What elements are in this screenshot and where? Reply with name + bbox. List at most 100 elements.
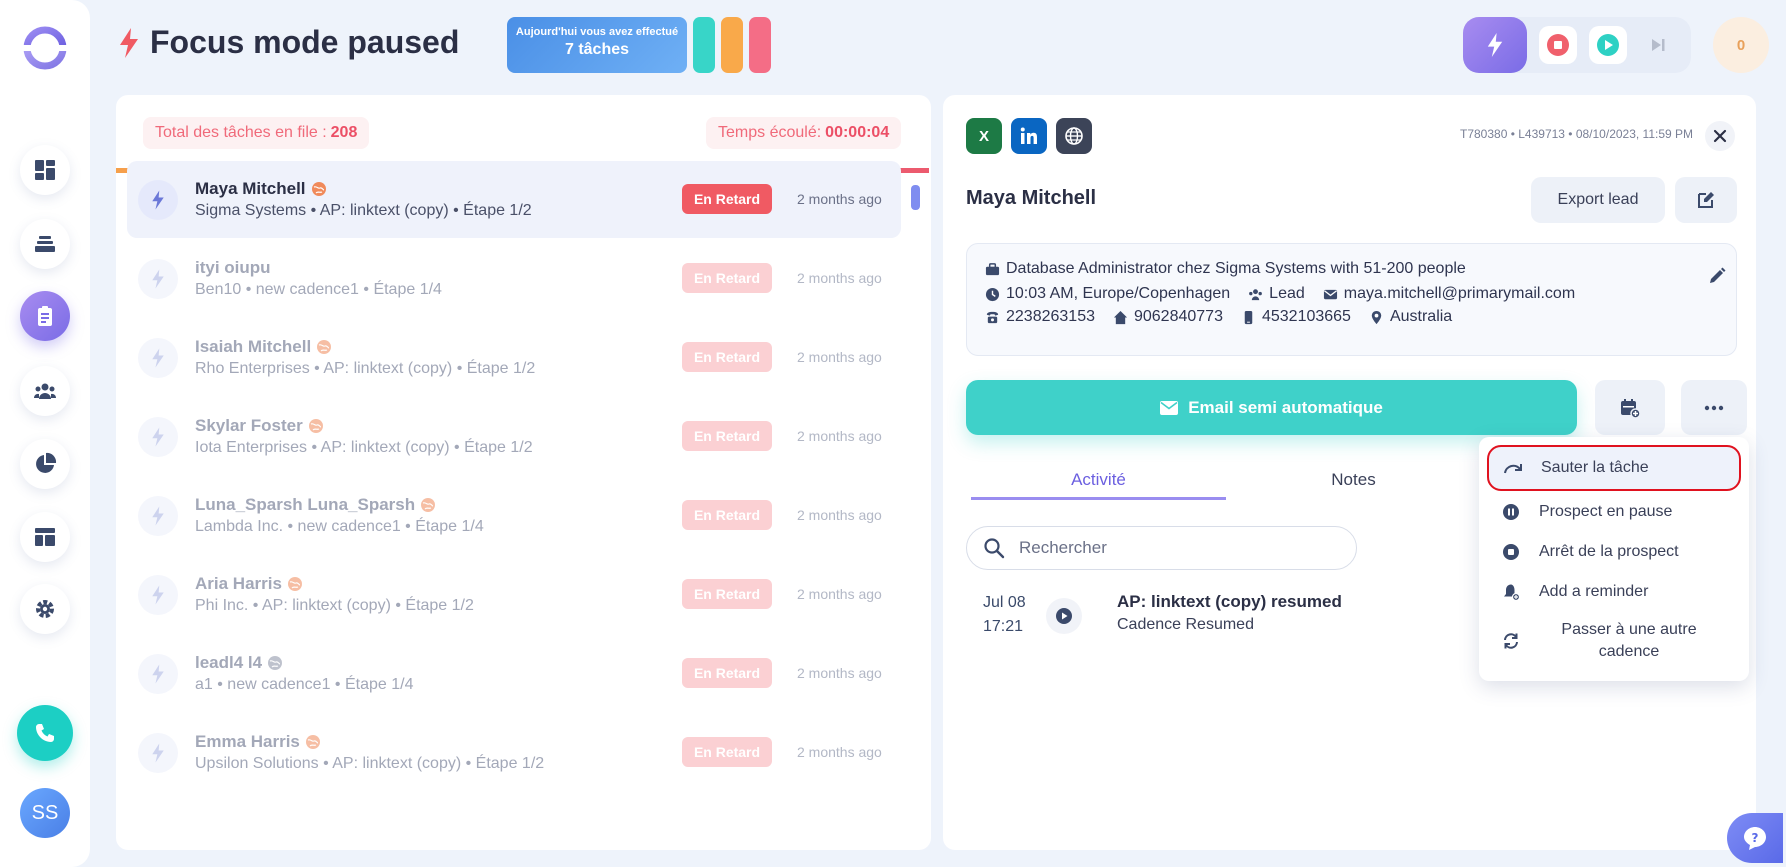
task-time: 2 months ago: [797, 507, 882, 523]
elapsed-time-value: 00:00:04: [825, 124, 890, 141]
more-actions-button[interactable]: [1681, 380, 1747, 435]
scrollbar[interactable]: [911, 185, 920, 210]
info-phone1[interactable]: 2238263153: [985, 308, 1095, 326]
task-row[interactable]: Emma Harris Upsilon Solutions • AP: link…: [127, 714, 901, 791]
nav-dashboard[interactable]: [20, 145, 70, 195]
search-icon: [984, 538, 1005, 559]
task-row[interactable]: Skylar Foster Iota Enterprises • AP: lin…: [127, 398, 901, 475]
home-icon: [1113, 310, 1128, 324]
help-button[interactable]: ?: [1727, 813, 1783, 863]
play-button[interactable]: [1589, 26, 1627, 64]
dashboard-icon: [35, 160, 55, 180]
activity-date: Jul 08: [983, 594, 1026, 611]
edit-lead-button[interactable]: [1675, 177, 1737, 223]
nav-settings[interactable]: [20, 584, 70, 634]
task-row[interactable]: ityi oiupu Ben10 • new cadence1 • Étape …: [127, 240, 901, 317]
skip-icon: [1503, 458, 1523, 478]
info-job-row: Database Administrator chez Sigma System…: [985, 260, 1484, 278]
info-phone2[interactable]: 9062840773: [1113, 308, 1223, 326]
menu-stop-prospect[interactable]: Arrêt de la prospect: [1487, 535, 1741, 569]
location-pin-icon: [1371, 310, 1382, 324]
nav-tasks-stack[interactable]: [20, 219, 70, 269]
lead-phone1[interactable]: 2238263153: [1006, 308, 1095, 326]
language-globe-icon: [287, 577, 302, 591]
language-globe-icon: [421, 498, 436, 512]
info-country: Australia: [1369, 308, 1452, 326]
sidebar: SS: [0, 0, 90, 867]
today-label: Aujourd'hui vous avez effectué: [515, 26, 679, 38]
menu-switch-cadence[interactable]: Passer à une autre cadence: [1487, 613, 1741, 669]
mobile-icon: [1244, 310, 1253, 324]
status-chip-orange[interactable]: [721, 17, 743, 73]
lead-phone3[interactable]: 4532103665: [1262, 308, 1351, 326]
focus-mode-button[interactable]: [1463, 17, 1527, 73]
menu-pause-prospect[interactable]: Prospect en pause: [1487, 495, 1741, 529]
status-chip-teal[interactable]: [693, 17, 715, 73]
task-details: Lambda Inc. • new cadence1 • Étape 1/4: [195, 518, 484, 535]
activity-search[interactable]: [966, 526, 1357, 570]
lead-email[interactable]: maya.mitchell@primarymail.com: [1344, 285, 1575, 303]
task-time: 2 months ago: [797, 191, 882, 207]
stop-button[interactable]: [1539, 26, 1577, 64]
skip-next-button[interactable]: [1639, 26, 1677, 64]
task-time: 2 months ago: [797, 744, 882, 760]
task-lead-name: Maya Mitchell: [195, 179, 327, 199]
user-avatar[interactable]: SS: [20, 788, 70, 838]
help-chat-icon: ?: [1744, 827, 1766, 850]
export-lead-button[interactable]: Export lead: [1531, 177, 1665, 223]
task-time: 2 months ago: [797, 665, 882, 681]
focus-controls: [1463, 17, 1691, 73]
excel-icon[interactable]: X: [966, 118, 1002, 154]
search-input[interactable]: [1019, 538, 1319, 558]
status-chip-pink[interactable]: [749, 17, 771, 73]
elapsed-time-label: Temps écoulé:: [718, 124, 822, 141]
nav-reports[interactable]: [20, 439, 70, 489]
task-name-text: Maya Mitchell: [195, 179, 306, 198]
website-icon[interactable]: [1056, 118, 1092, 154]
globe-icon: [1065, 127, 1083, 145]
task-type-icon: [138, 733, 178, 773]
app-logo[interactable]: [23, 26, 67, 70]
lightning-icon: [120, 27, 138, 58]
phone-icon: [36, 724, 54, 742]
task-name-text: Isaiah Mitchell: [195, 337, 312, 356]
task-time: 2 months ago: [797, 586, 882, 602]
info-phone3[interactable]: 4532103665: [1241, 308, 1351, 326]
task-row[interactable]: Aria Harris Phi Inc. • AP: linktext (cop…: [127, 556, 901, 633]
svg-text:?: ?: [1752, 831, 1759, 845]
menu-add-reminder[interactable]: Add a reminder: [1487, 575, 1741, 609]
nav-team[interactable]: [20, 366, 70, 416]
task-type-icon: [138, 180, 178, 220]
call-button[interactable]: [17, 705, 73, 761]
task-type-icon: [138, 259, 178, 299]
email-button-label: Email semi automatique: [1188, 397, 1383, 417]
refresh-icon: [1501, 631, 1521, 651]
task-time: 2 months ago: [797, 428, 882, 444]
schedule-button[interactable]: [1595, 380, 1665, 435]
info-email[interactable]: maya.mitchell@primarymail.com: [1323, 285, 1575, 303]
task-row[interactable]: leadl4 l4 a1 • new cadence1 • Étape 1/4 …: [127, 635, 901, 712]
tab-activity[interactable]: Activité: [971, 470, 1226, 500]
menu-skip-task[interactable]: Sauter la tâche: [1487, 445, 1741, 491]
task-lead-name: Luna_Sparsh Luna_Sparsh: [195, 495, 436, 515]
semi-auto-email-button[interactable]: Email semi automatique: [966, 380, 1577, 435]
menu-label: Add a reminder: [1539, 583, 1649, 600]
linkedin-icon[interactable]: [1011, 118, 1047, 154]
activity-datetime: Jul 08 17:21: [983, 591, 1026, 639]
lightning-icon: [152, 269, 164, 289]
task-row[interactable]: Luna_Sparsh Luna_Sparsh Lambda Inc. • ne…: [127, 477, 901, 554]
tab-notes[interactable]: Notes: [1226, 470, 1481, 500]
notification-counter[interactable]: 0: [1713, 17, 1769, 73]
nav-tasks-list[interactable]: [20, 291, 70, 341]
task-row[interactable]: Isaiah Mitchell Rho Enterprises • AP: li…: [127, 319, 901, 396]
lead-phone2[interactable]: 9062840773: [1134, 308, 1223, 326]
lightning-icon: [152, 743, 164, 763]
lightning-icon: [152, 348, 164, 368]
task-lead-name: leadl4 l4: [195, 653, 283, 673]
nav-layout[interactable]: [20, 512, 70, 562]
task-row[interactable]: Maya Mitchell Sigma Systems • AP: linkte…: [127, 161, 901, 238]
close-button[interactable]: [1705, 121, 1735, 151]
briefcase-icon: [985, 262, 1000, 275]
pencil-icon[interactable]: [1707, 266, 1727, 286]
late-badge: En Retard: [682, 579, 772, 609]
